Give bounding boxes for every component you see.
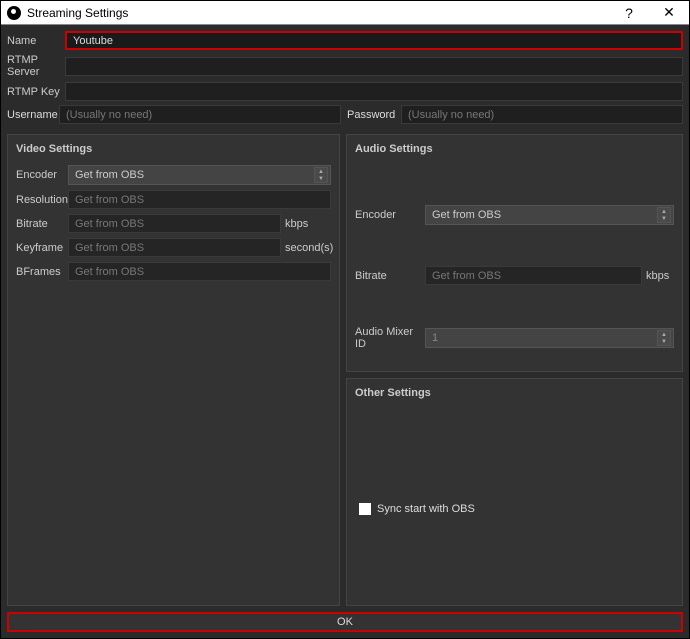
rtmp-server-input[interactable] bbox=[65, 57, 683, 76]
video-encoder-combo[interactable]: Get from OBS ▲▼ bbox=[68, 165, 331, 185]
video-bitrate-suffix: kbps bbox=[285, 218, 331, 230]
sync-checkbox[interactable] bbox=[359, 503, 371, 515]
rtmp-key-label: RTMP Key bbox=[7, 86, 65, 98]
audio-encoder-label: Encoder bbox=[355, 209, 425, 221]
spinner-icon[interactable]: ▲▼ bbox=[314, 167, 328, 183]
window-title: Streaming Settings bbox=[27, 6, 609, 20]
close-button[interactable]: ✕ bbox=[649, 1, 689, 25]
video-keyframe-label: Keyframe bbox=[16, 242, 68, 254]
video-settings-group: Video Settings Encoder Get from OBS ▲▼ R… bbox=[7, 134, 340, 606]
audio-encoder-value: Get from OBS bbox=[432, 209, 501, 221]
sync-label: Sync start with OBS bbox=[377, 503, 475, 515]
spinner-icon[interactable]: ▲▼ bbox=[657, 207, 671, 223]
video-encoder-value: Get from OBS bbox=[75, 169, 144, 181]
audio-mixer-value: 1 bbox=[432, 332, 438, 344]
audio-mixer-label: Audio Mixer ID bbox=[355, 326, 425, 350]
rtmp-server-label: RTMP Server bbox=[7, 54, 65, 78]
audio-bitrate-input[interactable] bbox=[425, 266, 642, 285]
audio-settings-group: Audio Settings Encoder Get from OBS ▲▼ B… bbox=[346, 134, 683, 372]
name-label: Name bbox=[7, 35, 65, 47]
video-settings-title: Video Settings bbox=[16, 143, 331, 155]
audio-encoder-combo[interactable]: Get from OBS ▲▼ bbox=[425, 205, 674, 225]
password-label: Password bbox=[347, 109, 401, 121]
audio-bitrate-suffix: kbps bbox=[646, 270, 674, 282]
other-settings-title: Other Settings bbox=[355, 387, 674, 399]
video-bitrate-label: Bitrate bbox=[16, 218, 68, 230]
username-label: Username bbox=[7, 109, 59, 121]
video-resolution-input[interactable] bbox=[68, 190, 331, 209]
password-input[interactable] bbox=[401, 105, 683, 124]
username-input[interactable] bbox=[59, 105, 341, 124]
video-keyframe-suffix: second(s) bbox=[285, 242, 331, 254]
audio-settings-title: Audio Settings bbox=[355, 143, 674, 155]
video-keyframe-input[interactable] bbox=[68, 238, 281, 257]
rtmp-key-input[interactable] bbox=[65, 82, 683, 101]
app-icon bbox=[7, 6, 21, 20]
video-resolution-label: Resolution bbox=[16, 194, 68, 206]
video-bitrate-input[interactable] bbox=[68, 214, 281, 233]
audio-mixer-input[interactable]: 1 ▲▼ bbox=[425, 328, 674, 348]
audio-bitrate-label: Bitrate bbox=[355, 270, 425, 282]
video-bframes-input[interactable] bbox=[68, 262, 331, 281]
titlebar: Streaming Settings ? ✕ bbox=[1, 1, 689, 25]
name-input[interactable] bbox=[65, 31, 683, 50]
video-encoder-label: Encoder bbox=[16, 169, 68, 181]
video-bframes-label: BFrames bbox=[16, 266, 68, 278]
other-settings-group: Other Settings Sync start with OBS bbox=[346, 378, 683, 606]
ok-button[interactable]: OK bbox=[7, 612, 683, 632]
help-button[interactable]: ? bbox=[609, 1, 649, 25]
spinner-icon[interactable]: ▲▼ bbox=[657, 330, 671, 346]
